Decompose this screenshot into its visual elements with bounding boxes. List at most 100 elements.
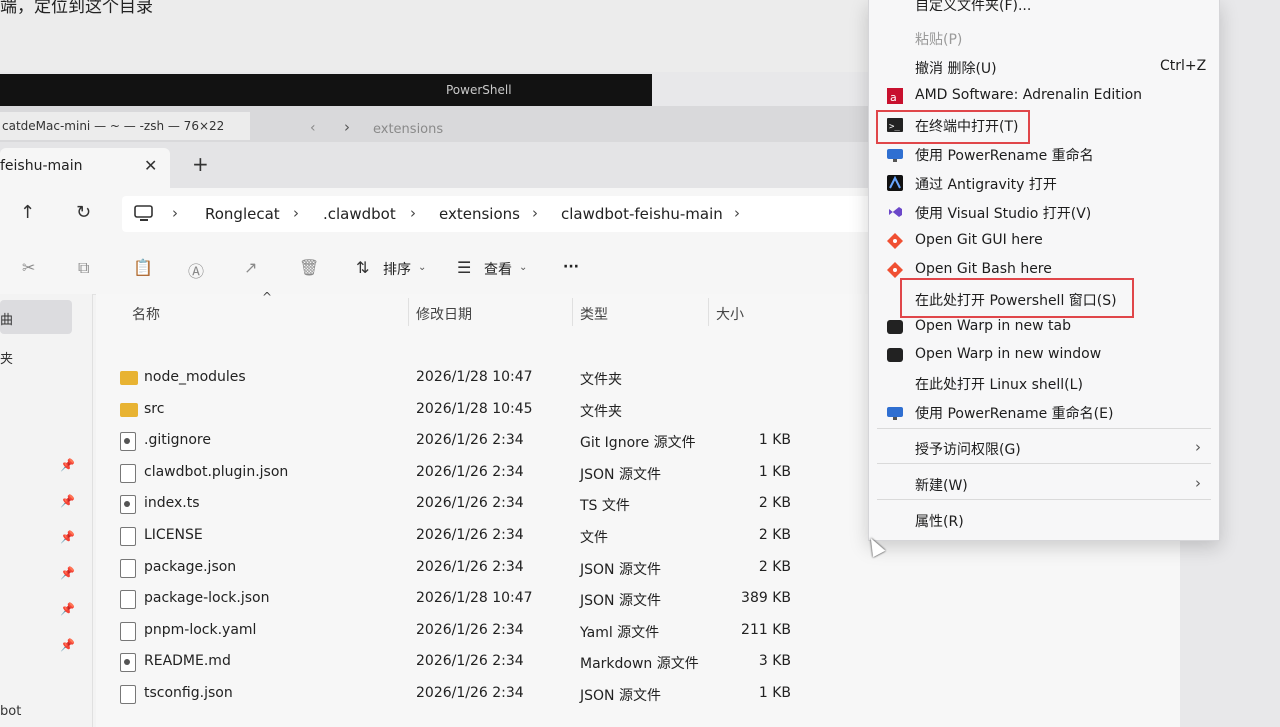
menu-item-label: 自定义文件夹(F)... — [915, 0, 1032, 14]
file-row[interactable]: src 2026/1/28 10:45 文件夹 — [96, 395, 876, 426]
file-row[interactable]: tsconfig.json 2026/1/26 2:34 JSON 源文件 1 KB — [96, 679, 876, 710]
chevron-down-icon[interactable]: ⌄ — [519, 262, 527, 273]
file-date: 2026/1/26 2:34 — [416, 527, 524, 543]
file-name: src — [144, 400, 165, 417]
column-header-name[interactable]: 名称 — [132, 304, 160, 324]
column-divider[interactable] — [408, 298, 409, 326]
more-options-button[interactable]: ··· — [563, 259, 579, 275]
close-icon[interactable]: ✕ — [144, 156, 157, 175]
breadcrumb-clawdbot[interactable]: .clawdbot — [323, 205, 396, 223]
view-icon[interactable]: ☰ — [457, 258, 471, 277]
copy-icon[interactable]: ⧉ — [78, 258, 89, 278]
menu-item-new[interactable]: 新建(W) › — [869, 470, 1219, 498]
sidebar-item-folder[interactable]: 夹 — [0, 348, 13, 367]
view-button[interactable]: 查看 — [484, 259, 512, 279]
menu-item-warp-new-window[interactable]: Open Warp in new window — [869, 341, 1219, 369]
column-divider[interactable] — [572, 298, 573, 326]
pin-icon[interactable]: 📌 — [60, 530, 75, 544]
pin-icon[interactable]: 📌 — [60, 638, 75, 652]
pin-icon[interactable]: 📌 — [60, 458, 75, 472]
file-icon — [120, 685, 136, 704]
tab-feishu-main[interactable]: feishu-main ✕ — [0, 148, 170, 188]
pin-icon[interactable]: 📌 — [60, 602, 75, 616]
file-name: package-lock.json — [144, 590, 270, 607]
breadcrumb-extensions[interactable]: extensions — [439, 205, 520, 223]
file-row[interactable]: pnpm-lock.yaml 2026/1/26 2:34 Yaml 源文件 211 … — [96, 616, 876, 647]
file-icon — [120, 527, 136, 546]
menu-item-label: 使用 PowerRename 重命名(E) — [915, 406, 1114, 422]
terminal-tab[interactable]: catdeMac-mini — ~ — -zsh — 76×22 — [0, 112, 250, 140]
menu-item-label: Open Warp in new window — [915, 346, 1102, 362]
menu-item-powerrename-e[interactable]: 使用 PowerRename 重命名(E) — [869, 398, 1219, 426]
refresh-icon[interactable]: ↻ — [76, 202, 91, 223]
context-menu: 自定义文件夹(F)... 粘贴(P) 撤消 删除(U) Ctrl+Z a AMD… — [868, 0, 1220, 541]
file-row[interactable]: LICENSE 2026/1/26 2:34 文件 2 KB — [96, 521, 876, 552]
share-icon[interactable]: ↗ — [244, 258, 257, 277]
file-name: pnpm-lock.yaml — [144, 621, 257, 638]
pin-icon[interactable]: 📌 — [60, 566, 75, 580]
file-date: 2026/1/26 2:34 — [416, 558, 524, 575]
delete-icon[interactable]: 🗑 — [299, 258, 319, 277]
file-row[interactable]: README.md 2026/1/26 2:34 Markdown 源文件 3 KB — [96, 647, 876, 678]
menu-item-properties[interactable]: 属性(R) — [869, 506, 1219, 534]
file-date: 2026/1/26 2:34 — [416, 621, 524, 638]
sidebar-item-label: 曲 — [0, 313, 14, 328]
chevron-left-icon[interactable]: ‹ — [310, 120, 316, 136]
column-divider[interactable] — [708, 298, 709, 326]
file-row[interactable]: package.json 2026/1/26 2:34 JSON 源文件 2 KB — [96, 553, 876, 584]
sidebar-item-bot[interactable]: bot — [0, 704, 21, 719]
cut-icon[interactable]: ✂ — [22, 258, 35, 277]
file-name: tsconfig.json — [144, 685, 233, 701]
menu-item-label: 粘贴(P) — [915, 32, 963, 48]
menu-divider — [877, 499, 1211, 500]
paste-icon[interactable]: 📋 — [133, 258, 153, 277]
file-row[interactable]: index.ts 2026/1/26 2:34 TS 文件 2 KB — [96, 489, 876, 520]
new-tab-button[interactable]: + — [192, 154, 209, 174]
pin-icon[interactable]: 📌 — [60, 494, 75, 508]
menu-item-label: 新建(W) — [915, 478, 968, 494]
address-bar[interactable]: › Ronglecat › .clawdbot › extensions › c… — [122, 196, 882, 232]
menu-item-label: 使用 Visual Studio 打开(V) — [915, 206, 1092, 222]
file-row[interactable]: .gitignore 2026/1/26 2:34 Git Ignore 源文件 1 … — [96, 426, 876, 457]
file-icon — [120, 590, 136, 610]
sort-icon[interactable]: ⇅ — [356, 258, 369, 277]
powershell-titlebar[interactable]: PowerShell — [0, 74, 652, 106]
file-icon — [120, 558, 136, 578]
file-name: node_modules — [144, 369, 246, 385]
menu-item-label: Open Warp in new tab — [915, 318, 1072, 334]
menu-item-linux-shell[interactable]: 在此处打开 Linux shell(L) — [869, 369, 1219, 397]
breadcrumb-ronglecat[interactable]: Ronglecat — [205, 205, 280, 223]
arrow-up-icon[interactable]: ↑ — [20, 202, 35, 223]
menu-item-amd-software[interactable]: a AMD Software: Adrenalin Edition — [869, 82, 1219, 110]
menu-item-antigravity[interactable]: 通过 Antigravity 打开 — [869, 169, 1219, 197]
file-size: 2 KB — [758, 495, 791, 512]
terminal-window-strip: catdeMac-mini — ~ — -zsh — 76×22 ‹ › ext… — [0, 106, 880, 142]
powerrename-icon — [887, 407, 903, 420]
menu-item-grant-access[interactable]: 授予访问权限(G) › — [869, 434, 1219, 462]
breadcrumb-separator: › — [532, 204, 538, 222]
file-row[interactable]: node_modules 2026/1/28 10:47 文件夹 — [96, 363, 876, 394]
menu-item-customize-folder[interactable]: 自定义文件夹(F)... — [869, 0, 1219, 18]
sort-ascending-icon: ^ — [262, 290, 273, 304]
chevron-down-icon[interactable]: ⌄ — [418, 262, 426, 273]
rename-icon[interactable]: Ⓐ — [188, 258, 204, 282]
sidebar-item-selected[interactable]: 曲 — [0, 300, 72, 334]
column-header-date[interactable]: 修改日期 — [416, 304, 472, 324]
warp-icon — [887, 320, 903, 334]
file-row[interactable]: package-lock.json 2026/1/28 10:47 JSON 源文件… — [96, 584, 876, 615]
sort-button[interactable]: 排序 — [383, 259, 411, 279]
menu-item-undo-delete[interactable]: 撤消 删除(U) Ctrl+Z — [869, 53, 1219, 81]
menu-item-git-gui[interactable]: Open Git GUI here — [869, 227, 1219, 255]
tab-title: feishu-main — [0, 158, 83, 174]
file-date: 2026/1/28 10:47 — [416, 369, 533, 385]
chevron-right-icon[interactable]: › — [344, 118, 350, 136]
column-header-size[interactable]: 大小 — [716, 304, 744, 324]
menu-item-visual-studio[interactable]: 使用 Visual Studio 打开(V) — [869, 198, 1219, 226]
file-size: 1 KB — [758, 463, 791, 480]
menu-item-powerrename[interactable]: 使用 PowerRename 重命名 — [869, 140, 1219, 168]
column-header-type[interactable]: 类型 — [580, 304, 608, 324]
breadcrumb-clawdbot-feishu-main[interactable]: clawdbot-feishu-main — [561, 205, 723, 223]
folder-icon — [120, 402, 138, 417]
file-size: 211 KB — [741, 621, 791, 638]
file-row[interactable]: clawdbot.plugin.json 2026/1/26 2:34 JSON 源… — [96, 458, 876, 489]
